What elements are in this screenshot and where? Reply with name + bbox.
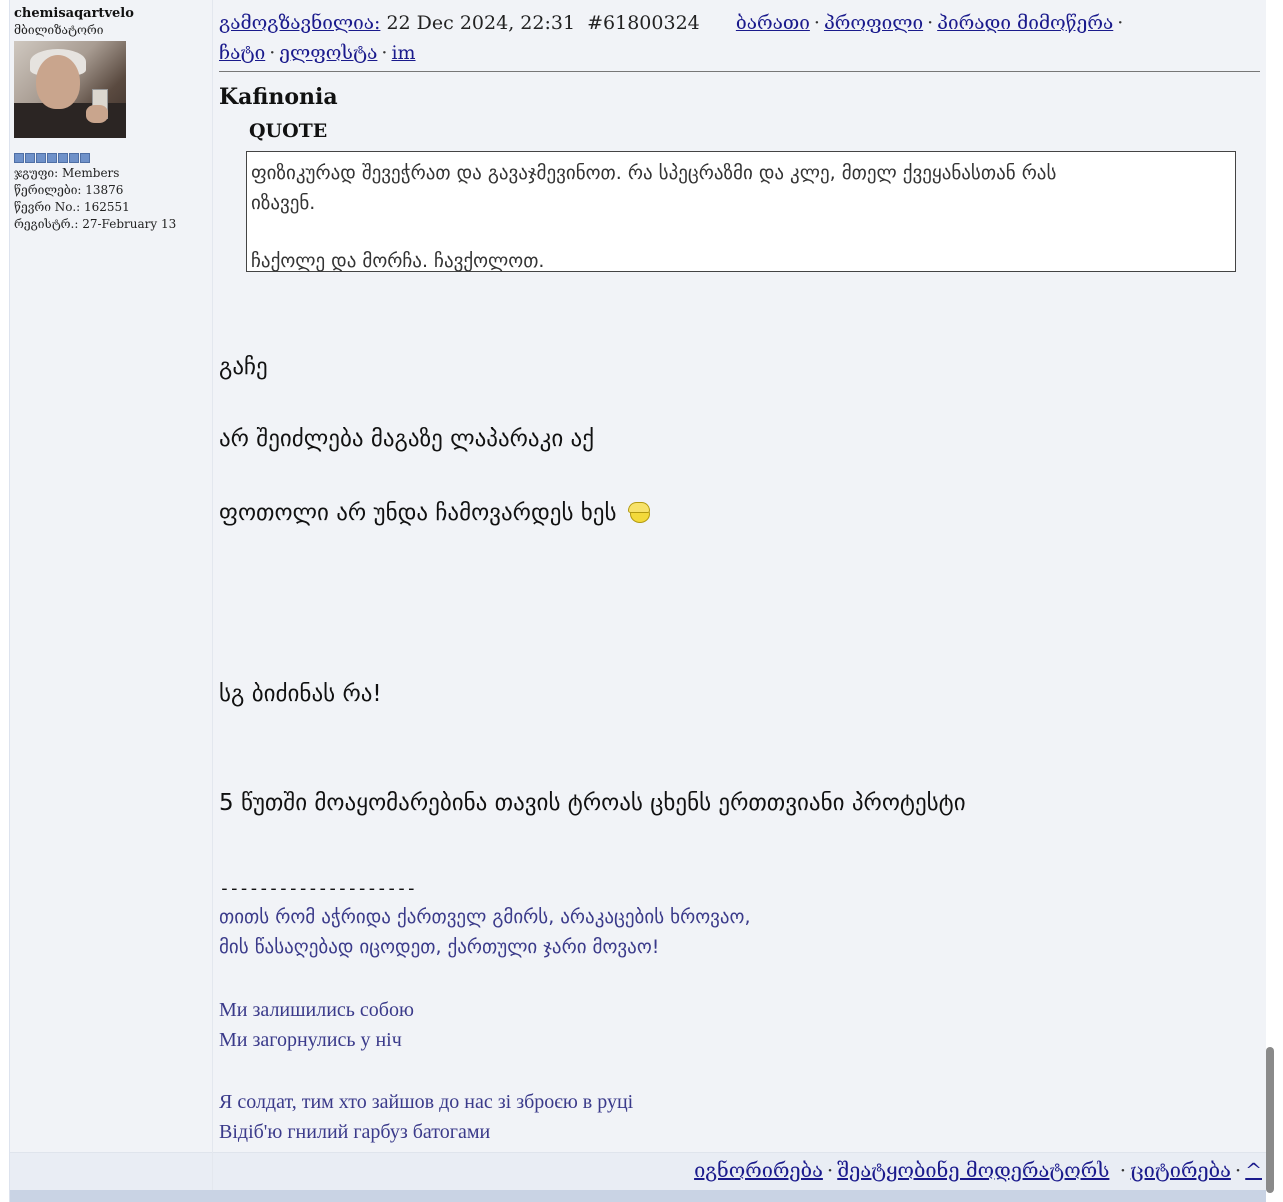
email-link[interactable]: ელფოსტა — [279, 42, 377, 64]
user-title: მბილიზატორი — [14, 23, 104, 37]
rank-pip-icon — [58, 153, 68, 163]
quote-label: QUOTE — [249, 120, 328, 142]
sent-label-link[interactable]: გამოგზავნილია: — [219, 12, 380, 34]
facepalm-emoji-icon — [627, 502, 650, 523]
signature-line: Відіб'ю гнилий гарбуз батогами — [219, 1121, 491, 1143]
post-body-line: 5 წუთში მოაყომარებინა თავის ტროას ცხენს … — [219, 790, 966, 816]
user-post-count: წერილები: 13876 — [14, 183, 124, 197]
chat-link[interactable]: ჩატი — [219, 42, 265, 64]
card-link[interactable]: ბარათი — [736, 12, 810, 34]
im-link[interactable]: im — [391, 42, 415, 64]
post-body-line: სგ ბიძინას რა! — [219, 681, 382, 707]
quote-text-line: იზავენ. — [251, 192, 316, 214]
post-author-sidebar: chemisaqartvelo მბილიზატორი ჯგუფი: Membe… — [10, 0, 213, 1191]
rank-pip-icon — [80, 153, 90, 163]
rank-pip-icon — [14, 153, 24, 163]
user-member-number: წევრი No.: 162551 — [14, 200, 130, 214]
post-datetime: 22 Dec 2024, 22:31 — [386, 12, 576, 34]
post-container: chemisaqartvelo მბილიზატორი ჯგუფი: Membe… — [10, 0, 1266, 1191]
scrollbar-thumb[interactable] — [1266, 1047, 1274, 1193]
back-to-top-link[interactable]: ^ — [1245, 1158, 1262, 1182]
scrollbar-track[interactable] — [1266, 0, 1283, 1202]
rank-pip-icon — [47, 153, 57, 163]
signature-divider: -------------------- — [219, 878, 417, 899]
quote-text-line: ფიზიკურად შევეჭრათ და გავაჯმევინოთ. რა ს… — [251, 162, 1057, 184]
sidebar-footer — [10, 1152, 212, 1191]
report-moderator-link[interactable]: შეატყობინე მოდერატორს — [837, 1158, 1109, 1182]
user-group: ჯგუფი: Members — [14, 166, 120, 180]
post-header: გამოგზავნილია: 22 Dec 2024, 22:31 #61800… — [219, 12, 1124, 64]
quote-text-line: ჩაქოლე და მორჩა. ჩავქოლოთ. — [251, 250, 545, 272]
signature-line: Я солдат, тим хто зайшов до нас зі зброє… — [219, 1091, 634, 1113]
signature-line: Ми загорнулись у ніч — [219, 1029, 402, 1051]
post-id: #61800324 — [587, 12, 700, 34]
rank-pip-icon — [25, 153, 35, 163]
page-margin — [0, 0, 10, 1202]
quote-box: ფიზიკურად შევეჭრათ და გავაჯმევინოთ. რა ს… — [246, 151, 1236, 272]
signature-line: Ми залишились собою — [219, 999, 414, 1021]
ignore-link[interactable]: იგნორირება — [694, 1158, 823, 1182]
username[interactable]: chemisaqartvelo — [14, 6, 134, 21]
post-body-line: გაჩე — [219, 354, 268, 380]
avatar — [14, 41, 126, 138]
rank-pip-icon — [69, 153, 79, 163]
post-body-text: ფოთოლი არ უნდა ჩამოვარდეს ხეს — [219, 500, 617, 526]
signature-line: თითს რომ აჭრიდა ქართველ გმირს, არაკაცები… — [219, 906, 751, 928]
user-registered: რეგისტრ.: 27-February 13 — [14, 217, 177, 231]
rank-pips — [14, 153, 90, 163]
next-post-strip — [10, 1190, 1266, 1202]
post-main: გამოგზავნილია: 22 Dec 2024, 22:31 #61800… — [213, 0, 1266, 1191]
post-footer-links: იგნორირება · შეატყობინე მოდერატორს · ციტირე… — [694, 1158, 1262, 1182]
quote-link[interactable]: ციტირება — [1130, 1158, 1231, 1182]
post-body-line: არ შეიძლება მაგაზე ლაპარაკი აქ — [219, 426, 595, 452]
header-divider — [219, 71, 1260, 72]
quote-author: Kafinonia — [219, 84, 338, 110]
post-body-line-with-emoji: ფოთოლი არ უნდა ჩამოვარდეს ხეს — [219, 500, 650, 526]
rank-pip-icon — [36, 153, 46, 163]
profile-link[interactable]: პროფილი — [824, 12, 923, 34]
private-message-link[interactable]: პირადი მიმოწერა — [937, 12, 1113, 34]
signature-line: მის წასაღებად იცოდეთ, ქართული ჯარი მოვაო… — [219, 936, 660, 958]
